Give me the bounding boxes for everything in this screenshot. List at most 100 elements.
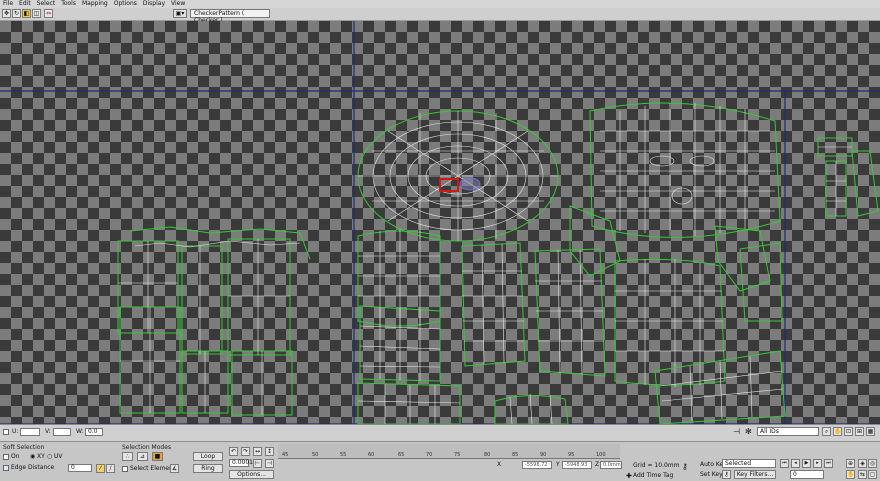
v-input[interactable] xyxy=(53,428,71,436)
goto-start-icon[interactable]: ⏮ xyxy=(780,459,789,468)
checker-map-icon[interactable]: ▣▾ xyxy=(173,9,187,18)
uv-radio[interactable]: ○ xyxy=(47,453,52,460)
uv-editor-viewport[interactable] xyxy=(0,21,880,424)
menu-bar: File Edit Select Tools Mapping Options D… xyxy=(0,0,880,8)
timeline-tick: 95 xyxy=(568,452,575,458)
freeform-tool-icon[interactable]: ◫ xyxy=(32,9,41,18)
prev-frame-icon[interactable]: ◂ xyxy=(791,459,800,468)
next-frame-icon[interactable]: ▸ xyxy=(813,459,822,468)
zoom-region-icon[interactable]: ⊡ xyxy=(844,427,853,436)
maximize-viewport-icon[interactable]: ▢ xyxy=(868,470,877,479)
weld-icon[interactable]: ⊣ xyxy=(265,459,274,468)
menu-select[interactable]: Select xyxy=(34,0,59,8)
goto-end-icon[interactable]: ⏭ xyxy=(824,459,833,468)
loop-button[interactable]: Loop xyxy=(193,452,223,461)
select-element-label: Select Element xyxy=(130,465,176,472)
rotate-tool-icon[interactable]: ↻ xyxy=(12,9,21,18)
soft-selection-on-label: On xyxy=(11,453,20,460)
zoom-extents-all-icon[interactable]: ⊕ xyxy=(846,459,855,468)
stitch-icon[interactable]: ⊢ xyxy=(253,459,262,468)
pan-icon[interactable]: ✋ xyxy=(833,427,842,436)
menu-options[interactable]: Options xyxy=(111,0,140,8)
zoom-extents-icon[interactable]: ⊞ xyxy=(855,427,864,436)
add-time-tag-button[interactable]: Add Time Tag xyxy=(633,472,673,479)
uv-island-box xyxy=(117,226,311,416)
mirror-tool-icon[interactable]: ⇔ xyxy=(44,9,53,18)
ring-button[interactable]: Ring xyxy=(193,464,223,473)
field-of-view-icon[interactable]: ◈ xyxy=(858,459,867,468)
edge-distance-input[interactable]: 0 xyxy=(68,464,92,472)
timeline-tick: 55 xyxy=(340,452,347,458)
uv-island-right-edge xyxy=(817,137,879,217)
x-label: X xyxy=(497,461,502,468)
key-icon-small[interactable]: ⚷ xyxy=(722,470,731,479)
timeline-track[interactable]: 45 50 55 60 65 70 75 80 85 90 95 100 xyxy=(278,444,620,459)
vertex-mode-icon[interactable]: ∴ xyxy=(122,452,133,461)
align-horizontal-icon[interactable]: ↔ xyxy=(253,447,262,456)
frame-input[interactable]: 0 xyxy=(790,470,824,479)
key-icon[interactable]: ⚷ xyxy=(682,462,688,471)
toolbar: ✥ ↻ ◧ ◫ ⇔ xyxy=(0,8,880,21)
w-label: W: xyxy=(76,428,84,435)
xy-label: XY xyxy=(37,453,45,460)
orbit-icon[interactable]: ◎ xyxy=(868,459,877,468)
u-input[interactable] xyxy=(20,428,40,436)
timeline-tick: 80 xyxy=(484,452,491,458)
timeline-tick: 90 xyxy=(540,452,547,458)
grid-toggle-icon[interactable]: ▦ xyxy=(866,427,875,436)
face-mode-icon[interactable]: ■ xyxy=(152,452,163,461)
y-coord-input[interactable]: -5948.93 xyxy=(562,461,592,469)
key-filters-button[interactable]: Key Filters... xyxy=(734,470,776,479)
xy-radio[interactable]: ◉ xyxy=(30,453,35,460)
rotate-plus-icon[interactable]: ↷ xyxy=(241,447,250,456)
x-coord-input[interactable]: -5598.72 xyxy=(522,461,552,469)
uv-label: UV xyxy=(54,453,63,460)
menu-mapping[interactable]: Mapping xyxy=(79,0,111,8)
select-element-checkbox[interactable] xyxy=(122,466,128,472)
pan-view-icon[interactable]: ✋ xyxy=(846,470,855,479)
uv-island-head xyxy=(357,110,559,242)
menu-tools[interactable]: Tools xyxy=(58,0,79,8)
z-coord-input[interactable]: 0.0mm xyxy=(600,461,622,469)
zoom-icon[interactable]: ⌕ xyxy=(822,427,831,436)
set-key-button[interactable]: Set Key xyxy=(700,471,723,478)
selection-modes-title: Selection Modes xyxy=(122,444,172,451)
time-tag-icon: ✚ xyxy=(626,472,632,480)
lock-selected-icon[interactable]: ⊣ xyxy=(733,427,740,436)
play-icon[interactable]: ▶ xyxy=(802,459,811,468)
menu-edit[interactable]: Edit xyxy=(16,0,34,8)
v-label: V: xyxy=(45,428,51,435)
rotate-minus-icon[interactable]: ↶ xyxy=(229,447,238,456)
scale-tool-icon[interactable]: ◧ xyxy=(22,9,31,18)
texture-dropdown[interactable]: CheckerPattern ( Checker ) xyxy=(190,9,270,24)
freeze-icon[interactable]: ✻ xyxy=(745,427,752,436)
ids-dropdown[interactable]: All IDs xyxy=(757,427,819,436)
falloff-curve-icon[interactable]: ⁄ xyxy=(96,464,105,473)
absolute-offset-toggle[interactable] xyxy=(3,429,9,435)
select-by-angle-icon[interactable]: ∡ xyxy=(170,464,179,473)
align-vertical-icon[interactable]: ↕ xyxy=(265,447,274,456)
edge-distance-checkbox[interactable] xyxy=(3,465,9,471)
soft-selection-on-checkbox[interactable] xyxy=(3,454,9,460)
grid-label: Grid = 10.0mm xyxy=(633,462,680,469)
falloff-linear-icon[interactable]: / xyxy=(106,464,115,473)
key-mode-dropdown[interactable]: Selected xyxy=(722,459,776,468)
options-button[interactable]: Options... xyxy=(229,470,274,479)
threshold-input[interactable]: 0.0001 xyxy=(229,459,253,467)
timeline-tick: 75 xyxy=(454,452,461,458)
viewport-status-bar: U: V: W: 0.0 ⊣ ✻ xyxy=(0,424,880,441)
timeline-tick: 60 xyxy=(368,452,375,458)
w-input[interactable]: 0.0 xyxy=(85,428,103,436)
move-tool-icon[interactable]: ✥ xyxy=(2,9,11,18)
soft-selection-title: Soft Selection xyxy=(3,444,45,451)
selected-eye-region xyxy=(459,177,481,191)
z-label: Z xyxy=(595,461,600,468)
uv-island-face xyxy=(589,102,781,238)
selected-face xyxy=(439,178,459,192)
menu-display[interactable]: Display xyxy=(140,0,168,8)
walkthrough-icon[interactable]: ⇆ xyxy=(858,470,867,479)
menu-view[interactable]: View xyxy=(168,0,188,8)
menu-file[interactable]: File xyxy=(0,0,16,8)
edge-mode-icon[interactable]: ⊿ xyxy=(137,452,148,461)
u-label: U: xyxy=(12,428,19,435)
